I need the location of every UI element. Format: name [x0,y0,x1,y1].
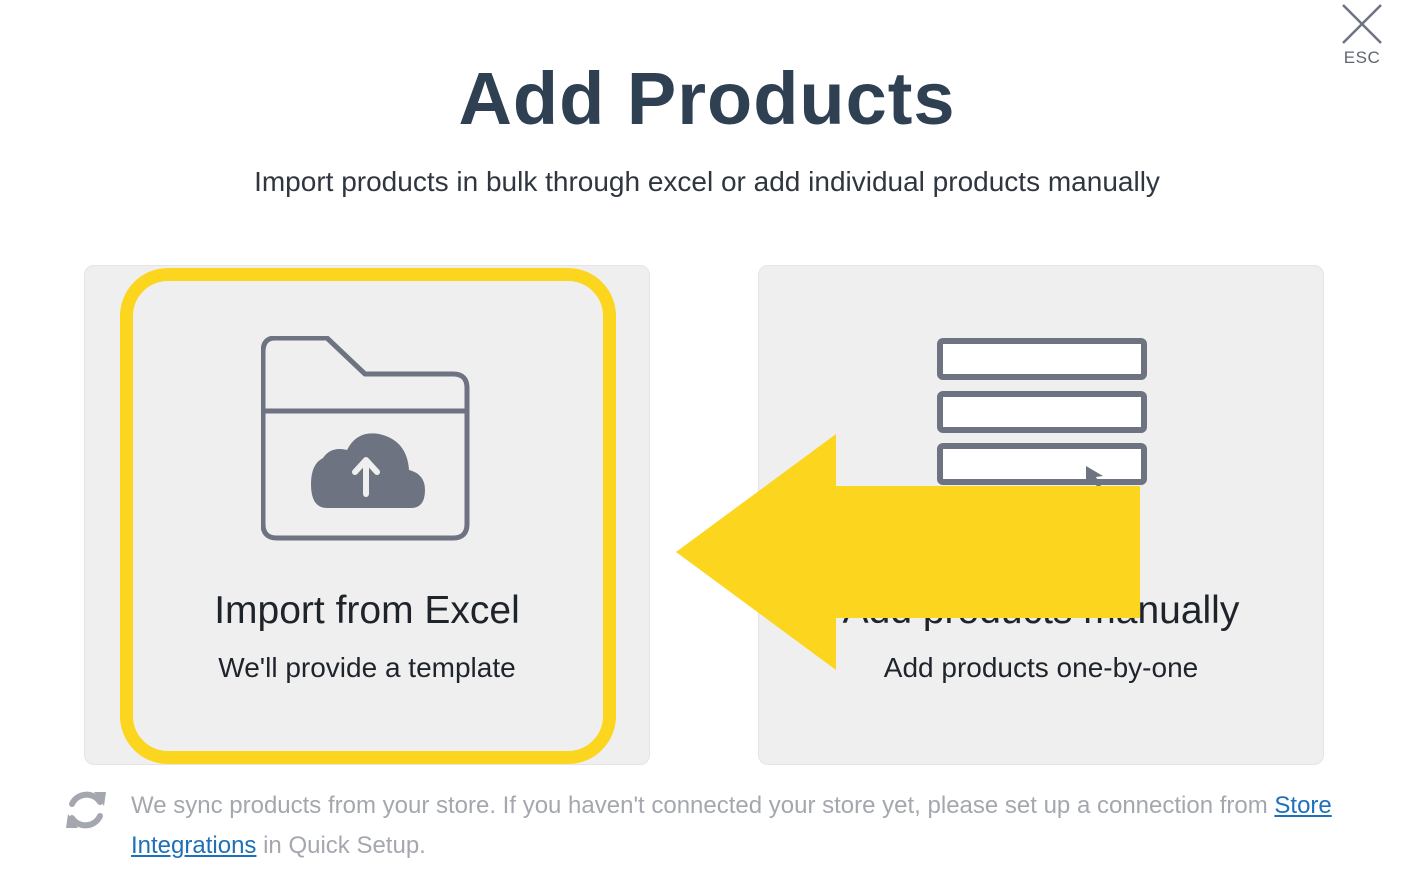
card-title: Add products manually [842,589,1240,632]
sync-icon [66,791,106,829]
folder-upload-icon [261,336,470,541]
card-title: Import from Excel [214,589,520,632]
add-products-manually-card[interactable]: Add products manually Add products one-b… [758,265,1324,765]
import-from-excel-card[interactable]: Import from Excel We'll provide a templa… [84,265,650,765]
card-subtitle: We'll provide a template [218,652,516,683]
sync-note: We sync products from your store. If you… [60,786,1360,876]
page-subtitle: Import products in bulk through excel or… [254,166,1160,197]
sync-note-text-after: in Quick Setup. [256,832,426,859]
sync-note-text-before: We sync products from your store. If you… [131,792,1275,819]
close-icon [1342,4,1382,44]
add-products-dialog: ESC Add Products Import products in bulk… [0,0,1414,891]
form-list-icon [937,338,1147,488]
page-title: Add Products [458,57,956,140]
sync-note-text: We sync products from your store. If you… [131,786,1351,866]
card-subtitle: Add products one-by-one [883,652,1199,683]
